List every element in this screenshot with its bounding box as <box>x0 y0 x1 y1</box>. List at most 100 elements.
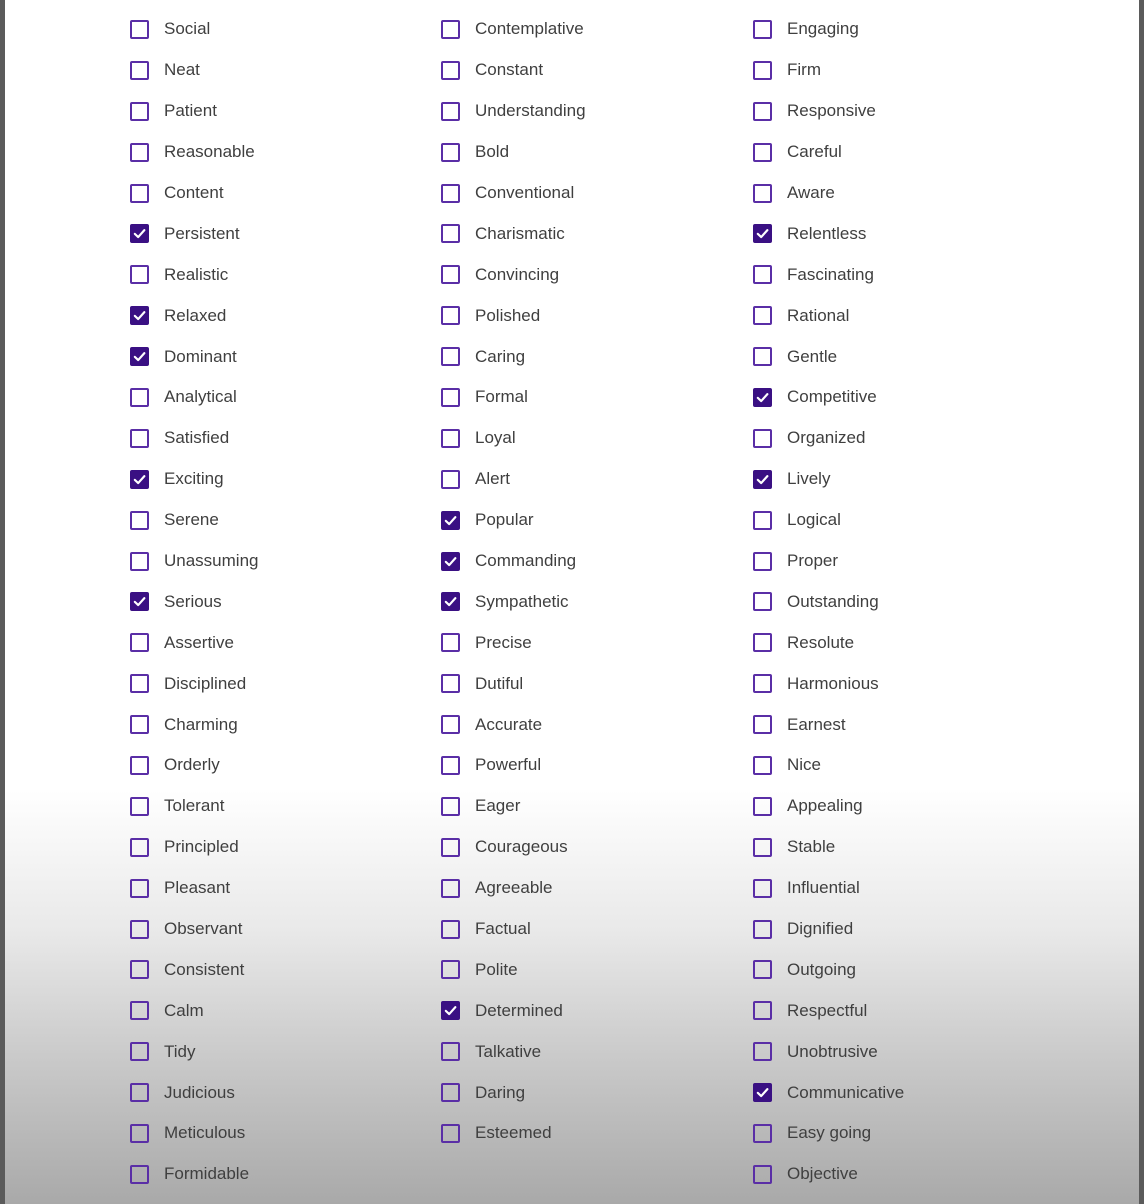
checkbox-option[interactable]: Understanding <box>441 91 741 132</box>
checkbox[interactable] <box>130 755 149 775</box>
checkbox[interactable] <box>441 755 460 775</box>
checkbox-option[interactable]: Judicious <box>130 1072 430 1113</box>
checkbox-option[interactable]: Social <box>130 9 430 50</box>
checkbox-option[interactable]: Observant <box>130 909 430 950</box>
checkbox-option[interactable]: Responsive <box>753 91 1053 132</box>
checkbox-option[interactable]: Nice <box>753 745 1053 786</box>
checkbox-option[interactable]: Stable <box>753 827 1053 868</box>
checkbox[interactable] <box>441 674 460 694</box>
checkbox[interactable] <box>130 1042 149 1062</box>
checkbox-option[interactable]: Proper <box>753 541 1053 582</box>
checkbox-option[interactable]: Tolerant <box>130 786 430 827</box>
checkbox[interactable] <box>753 796 772 816</box>
checkbox[interactable] <box>753 592 772 612</box>
checkbox[interactable] <box>753 878 772 898</box>
checkbox[interactable] <box>130 387 149 407</box>
checkbox-option[interactable]: Consistent <box>130 949 430 990</box>
checkbox[interactable] <box>441 101 460 121</box>
checkbox-option[interactable]: Persistent <box>130 213 430 254</box>
checkbox-option[interactable]: Assertive <box>130 622 430 663</box>
checkbox[interactable] <box>753 142 772 162</box>
checkbox[interactable] <box>130 551 149 571</box>
checkbox-option[interactable]: Objective <box>753 1154 1053 1195</box>
checkbox[interactable] <box>130 919 149 939</box>
checkbox[interactable] <box>441 1042 460 1062</box>
checkbox[interactable] <box>441 1123 460 1143</box>
checkbox-option[interactable]: Bold <box>441 132 741 173</box>
checkbox-option[interactable]: Dignified <box>753 909 1053 950</box>
checkbox[interactable] <box>753 387 772 407</box>
checkbox-option[interactable]: Reasonable <box>130 132 430 173</box>
checkbox[interactable] <box>441 633 460 653</box>
checkbox[interactable] <box>441 306 460 326</box>
checkbox-option[interactable]: Polished <box>441 295 741 336</box>
checkbox[interactable] <box>441 387 460 407</box>
checkbox-option[interactable]: Outgoing <box>753 949 1053 990</box>
checkbox[interactable] <box>441 1001 460 1021</box>
checkbox[interactable] <box>753 1001 772 1021</box>
checkbox-option[interactable]: Popular <box>441 500 741 541</box>
checkbox-option[interactable]: Orderly <box>130 745 430 786</box>
checkbox[interactable] <box>130 183 149 203</box>
checkbox-option[interactable]: Competitive <box>753 377 1053 418</box>
checkbox-option[interactable]: Constant <box>441 50 741 91</box>
checkbox[interactable] <box>753 265 772 285</box>
checkbox-option[interactable]: Relaxed <box>130 295 430 336</box>
checkbox-option[interactable]: Meticulous <box>130 1113 430 1154</box>
checkbox-option[interactable]: Unobtrusive <box>753 1031 1053 1072</box>
checkbox-option[interactable]: Unassuming <box>130 541 430 582</box>
checkbox[interactable] <box>130 796 149 816</box>
checkbox-option[interactable]: Daring <box>441 1072 741 1113</box>
checkbox[interactable] <box>753 347 772 367</box>
checkbox[interactable] <box>130 1001 149 1021</box>
checkbox[interactable] <box>130 837 149 857</box>
checkbox-option[interactable]: Fascinating <box>753 254 1053 295</box>
checkbox[interactable] <box>130 878 149 898</box>
checkbox[interactable] <box>130 428 149 448</box>
checkbox[interactable] <box>753 755 772 775</box>
checkbox-option[interactable]: Respectful <box>753 990 1053 1031</box>
checkbox[interactable] <box>130 960 149 980</box>
checkbox[interactable] <box>753 60 772 80</box>
checkbox-option[interactable]: Contemplative <box>441 9 741 50</box>
checkbox-option[interactable]: Sympathetic <box>441 581 741 622</box>
checkbox[interactable] <box>130 142 149 162</box>
checkbox-option[interactable]: Rational <box>753 295 1053 336</box>
checkbox-option[interactable]: Talkative <box>441 1031 741 1072</box>
checkbox[interactable] <box>753 633 772 653</box>
checkbox-option[interactable]: Tidy <box>130 1031 430 1072</box>
checkbox[interactable] <box>441 510 460 530</box>
checkbox[interactable] <box>441 428 460 448</box>
checkbox[interactable] <box>130 1164 149 1184</box>
checkbox-option[interactable]: Esteemed <box>441 1113 741 1154</box>
checkbox-option[interactable]: Relentless <box>753 213 1053 254</box>
checkbox[interactable] <box>130 469 149 489</box>
checkbox[interactable] <box>441 142 460 162</box>
checkbox[interactable] <box>753 1042 772 1062</box>
checkbox[interactable] <box>130 19 149 39</box>
checkbox-option[interactable]: Courageous <box>441 827 741 868</box>
checkbox[interactable] <box>441 224 460 244</box>
checkbox[interactable] <box>130 633 149 653</box>
checkbox[interactable] <box>753 428 772 448</box>
checkbox[interactable] <box>441 878 460 898</box>
checkbox[interactable] <box>130 101 149 121</box>
checkbox-option[interactable]: Charming <box>130 704 430 745</box>
checkbox-option[interactable]: Analytical <box>130 377 430 418</box>
checkbox[interactable] <box>753 837 772 857</box>
checkbox[interactable] <box>130 60 149 80</box>
checkbox[interactable] <box>753 715 772 735</box>
checkbox-option[interactable]: Formidable <box>130 1154 430 1195</box>
checkbox[interactable] <box>130 265 149 285</box>
checkbox[interactable] <box>130 1083 149 1103</box>
checkbox-option[interactable]: Appealing <box>753 786 1053 827</box>
checkbox-option[interactable]: Exciting <box>130 459 430 500</box>
checkbox[interactable] <box>441 265 460 285</box>
checkbox-option[interactable]: Content <box>130 173 430 214</box>
checkbox[interactable] <box>753 960 772 980</box>
checkbox-option[interactable]: Careful <box>753 132 1053 173</box>
checkbox-option[interactable]: Influential <box>753 868 1053 909</box>
checkbox-option[interactable]: Satisfied <box>130 418 430 459</box>
checkbox-option[interactable]: Calm <box>130 990 430 1031</box>
checkbox[interactable] <box>130 510 149 530</box>
